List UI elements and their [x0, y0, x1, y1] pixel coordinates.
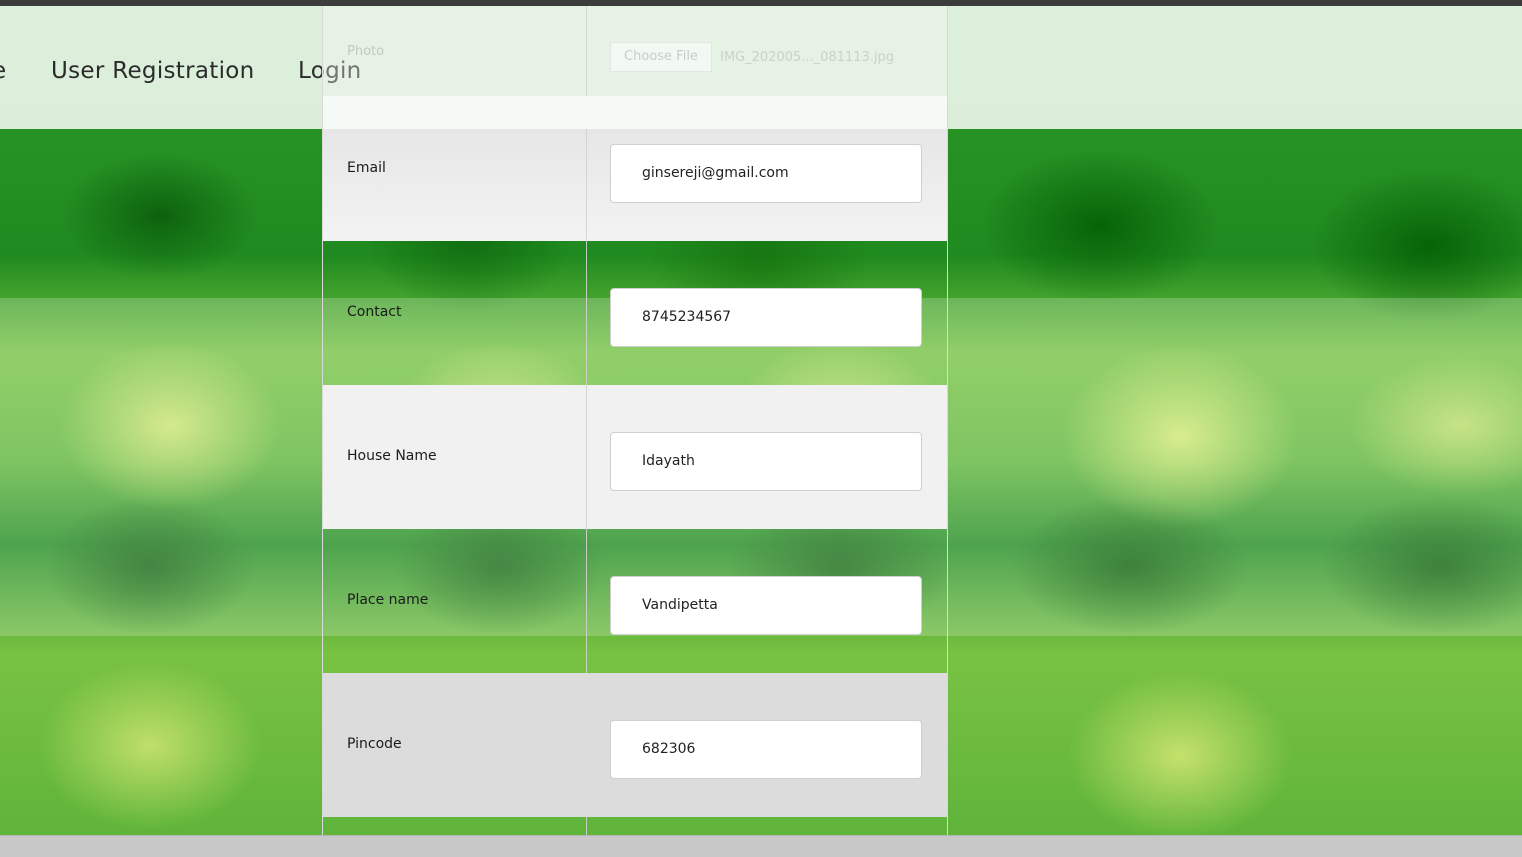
- selected-file-name: IMG_202005..._081113.jpg: [720, 50, 895, 65]
- house-name-label: House Name: [347, 448, 437, 464]
- nav-item-user-registration[interactable]: User Registration: [51, 58, 255, 84]
- contact-field[interactable]: 8745234567: [610, 288, 922, 347]
- registration-form-table: Photo Choose File IMG_202005..._081113.j…: [322, 6, 948, 835]
- column-divider: [586, 529, 587, 673]
- column-divider: [586, 817, 587, 835]
- form-row-place-name: Place name Vandipetta: [323, 529, 947, 673]
- column-divider: [586, 129, 587, 241]
- column-divider: [586, 6, 587, 96]
- choose-file-button[interactable]: Choose File: [610, 42, 712, 72]
- house-name-field[interactable]: Idayath: [610, 432, 922, 491]
- form-row-pincode: Pincode 682306: [323, 673, 947, 817]
- form-row-house-name: House Name Idayath: [323, 385, 947, 529]
- place-name-field[interactable]: Vandipetta: [610, 576, 922, 635]
- pincode-field[interactable]: 682306: [610, 720, 922, 779]
- form-row-next: [323, 817, 947, 835]
- email-label: Email: [347, 160, 386, 176]
- nav-item-partial[interactable]: e: [0, 58, 6, 84]
- photo-label: Photo: [347, 44, 385, 59]
- form-row-contact: Contact 8745234567: [323, 241, 947, 385]
- pincode-label: Pincode: [347, 736, 402, 752]
- contact-label: Contact: [347, 304, 402, 320]
- horizontal-scrollbar[interactable]: [0, 835, 1522, 857]
- form-row-email: Email ginsereji@gmail.com: [323, 129, 947, 241]
- column-divider: [586, 385, 587, 529]
- place-name-label: Place name: [347, 592, 429, 608]
- email-field[interactable]: ginsereji@gmail.com: [610, 144, 922, 203]
- form-row-photo: Photo Choose File IMG_202005..._081113.j…: [323, 6, 947, 96]
- form-row-spacer: [323, 96, 947, 129]
- column-divider: [586, 241, 587, 385]
